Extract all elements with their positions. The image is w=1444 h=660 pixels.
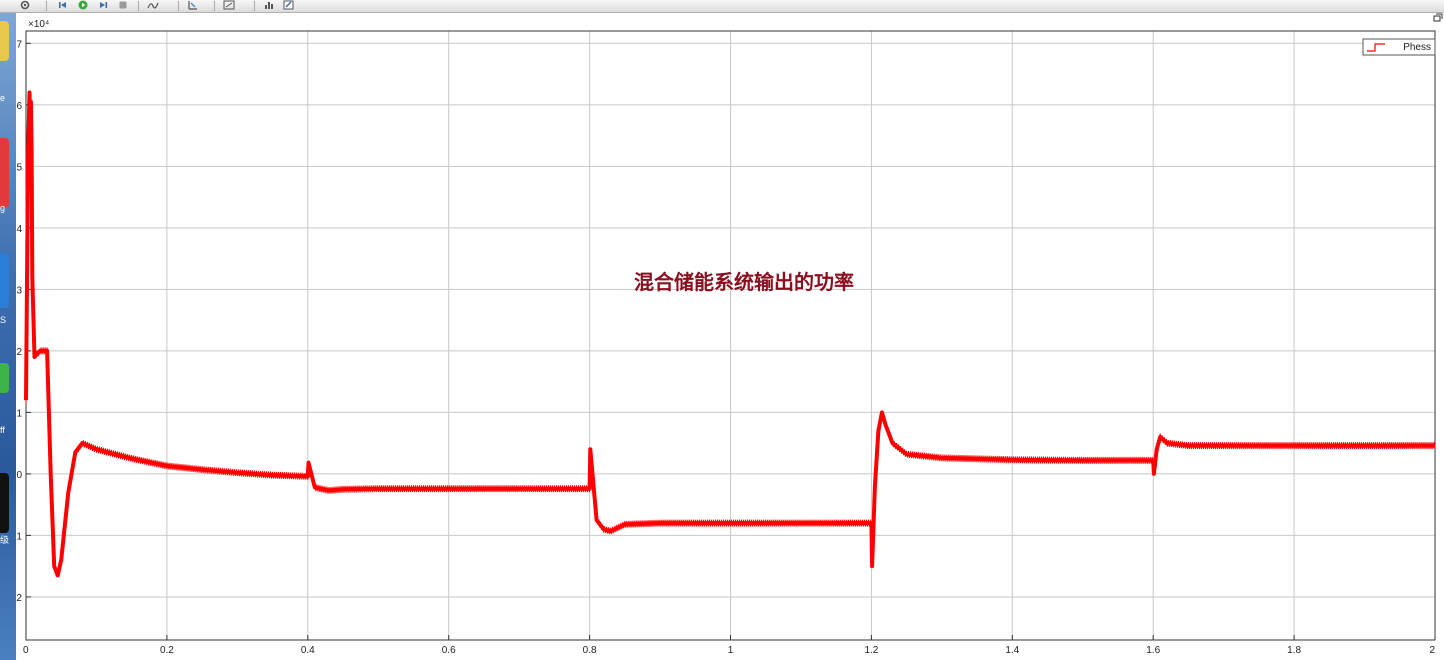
desktop-background-strip: e g S ff 级 [0,13,16,660]
x-tick-label: 1.8 [1287,645,1301,656]
toolbar-separator [214,1,215,11]
step-back-icon[interactable] [56,0,70,10]
step-forward-icon[interactable] [96,0,110,10]
toolbar-separator [254,1,255,11]
signal-stats-icon[interactable] [262,0,276,10]
y-tick-label: 6 [16,101,22,112]
toolbar-separator [178,1,179,11]
x-axis-ticks: 0 0.2 0.4 0.6 0.8 1 1.2 1.4 1.6 1.8 2 [23,635,1436,656]
x-tick-label: 2 [1429,645,1435,656]
desktop-app-tile[interactable] [0,138,9,208]
edit-style-icon[interactable] [282,0,296,10]
scope-toolbar [0,0,1444,13]
desktop-icon-label: S [0,315,7,325]
zoom-fit-icon[interactable] [222,0,236,10]
y-tick-label: 2 [16,347,22,358]
highlight-icon[interactable] [146,0,160,10]
cursor-measure-icon[interactable] [186,0,200,10]
desktop-app-tile[interactable] [0,21,9,61]
x-tick-label: 1.4 [1005,645,1019,656]
stop-icon[interactable] [116,0,130,10]
desktop-app-tile[interactable] [0,363,9,393]
x-tick-label: 1.2 [864,645,878,656]
scope-plot-area[interactable]: -2 -1 0 1 2 3 4 5 6 7 0 0.2 0.4 0.6 0.8 1 1.2 1.4 1.6 1.8 2… [16,13,1444,660]
restore-window-icon[interactable] [1433,13,1443,23]
x-tick-label: 0.8 [583,645,597,656]
y-tick-label: -2 [16,593,22,604]
y-tick-label: 5 [16,162,22,173]
desktop-icon-label: 级 [0,535,10,545]
y-tick-label: 7 [16,39,22,50]
desktop-icon-label: e [0,93,6,103]
x-tick-label: 0.6 [442,645,456,656]
x-tick-label: 1 [728,645,734,656]
legend-label-phess: Phess [1403,42,1431,53]
settings-gear-icon[interactable] [18,0,32,10]
y-tick-label: -1 [16,531,22,542]
desktop-icon-label: ff [0,425,5,435]
y-tick-label: 1 [16,408,22,419]
y-tick-label: 3 [16,285,22,296]
run-icon[interactable] [76,0,90,10]
toolbar-separator [138,1,139,11]
y-tick-label: 4 [16,224,22,235]
desktop-app-tile[interactable] [0,253,9,308]
y-axis-exponent-label: ×10⁴ [28,19,49,30]
x-tick-label: 0 [23,645,29,656]
x-tick-label: 0.2 [160,645,174,656]
x-tick-label: 1.6 [1146,645,1160,656]
chart-annotation: 混合储能系统输出的功率 [634,270,854,294]
scope-plot: -2 -1 0 1 2 3 4 5 6 7 0 0.2 0.4 0.6 0.8 1 1.2 1.4 1.6 1.8 2… [16,19,1436,656]
desktop-icon-label: g [0,203,6,213]
y-tick-label: 0 [16,470,22,481]
toolbar-separator [46,1,47,11]
desktop-app-tile[interactable] [0,473,9,533]
grid-lines [25,31,1436,640]
legend[interactable]: Phess [1362,38,1436,56]
x-tick-label: 0.4 [301,645,315,656]
